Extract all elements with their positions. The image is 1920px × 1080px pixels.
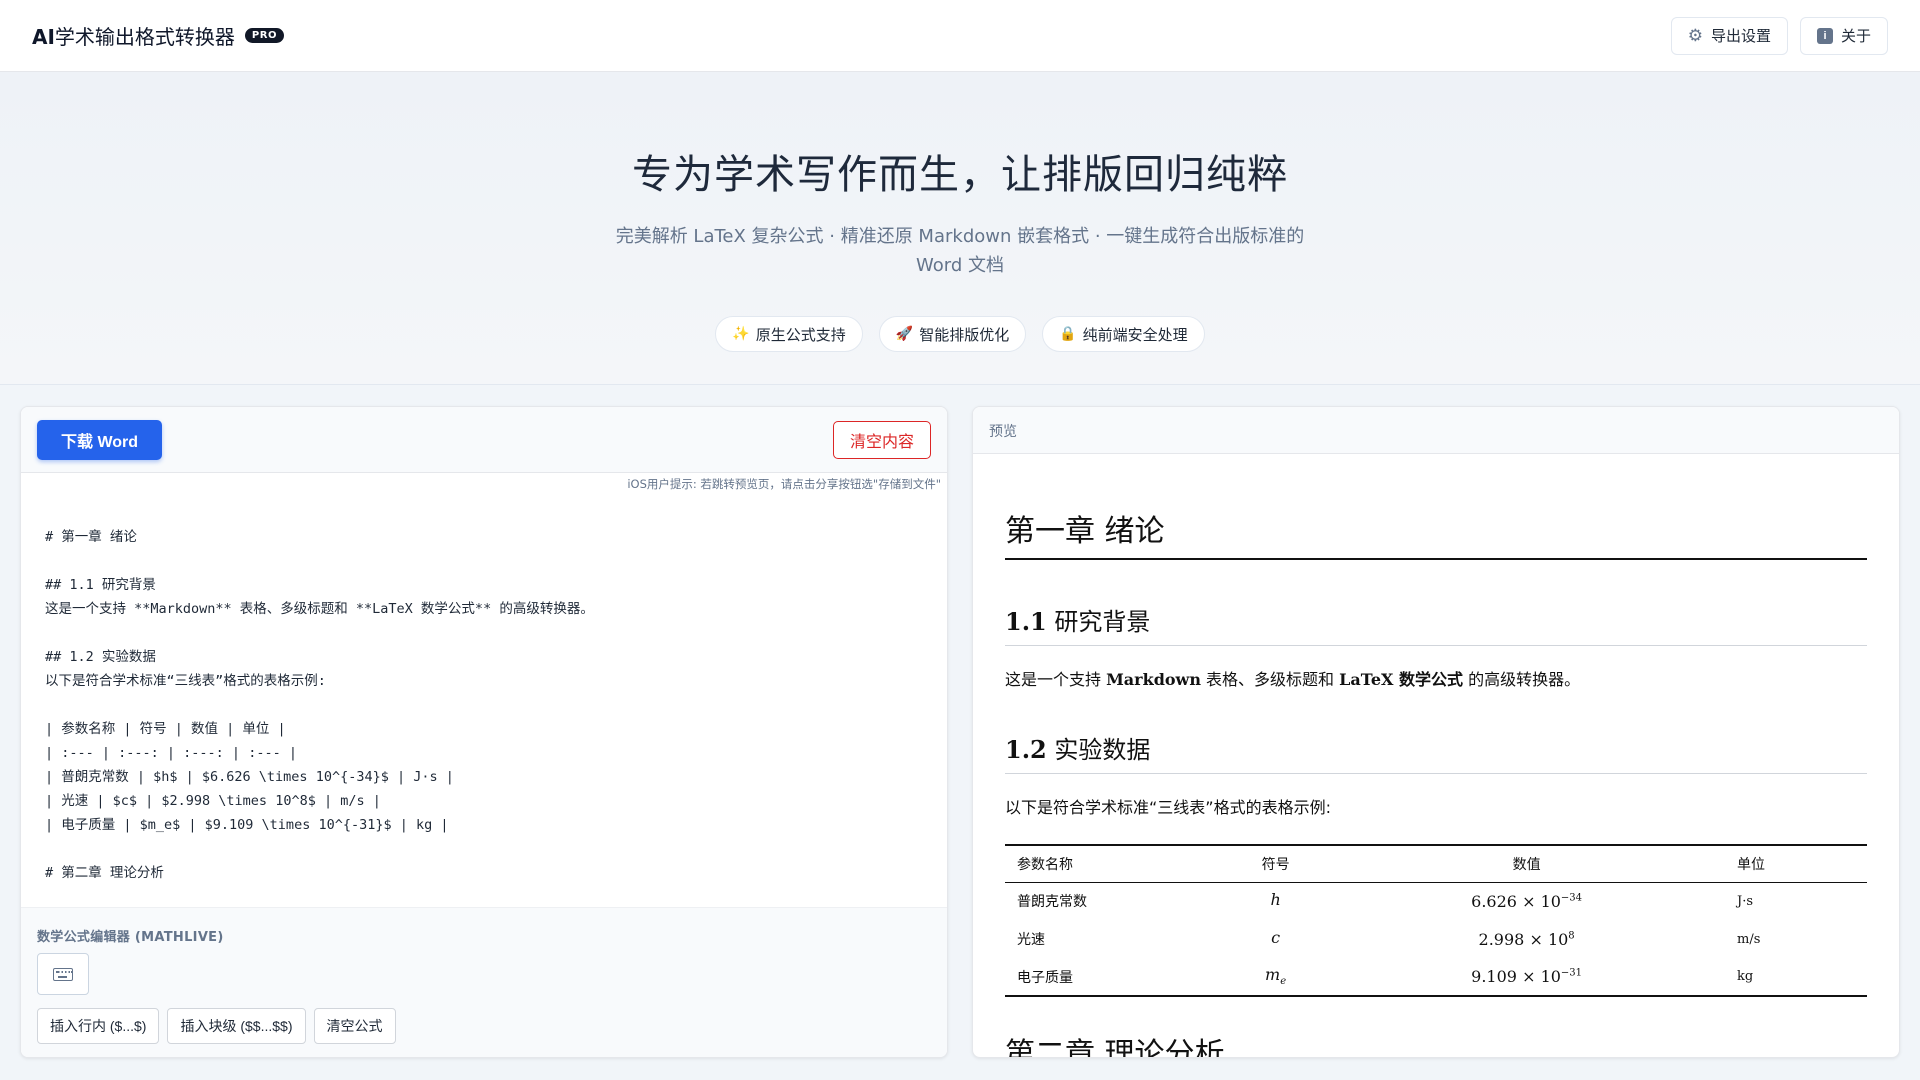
preview-h1-second: 第二章 理论分析 — [1005, 1037, 1225, 1058]
rocket-icon: 🚀 — [895, 326, 914, 342]
clear-content-button[interactable]: 清空内容 — [832, 420, 931, 459]
preview-paragraph: 以下是符合学术标准“三线表”格式的表格示例: — [1005, 798, 1331, 817]
feature-chip-formula: ✨ 原生公式支持 — [715, 316, 863, 352]
para-text: 的高级转换器。 — [1463, 670, 1581, 689]
table-cell-value: 2.998 × 108 — [1326, 920, 1727, 958]
symbol: c — [1271, 927, 1281, 947]
table-header: 符号 — [1225, 845, 1327, 883]
sparkles-icon: ✨ — [732, 326, 750, 342]
export-settings-button[interactable]: ⚙ 导出设置 — [1670, 16, 1788, 55]
pro-badge: PRO — [244, 28, 284, 43]
header-actions: ⚙ 导出设置 i 关于 — [1670, 16, 1888, 55]
symbol-sub: e — [1280, 976, 1287, 988]
base: 10 — [1547, 929, 1569, 949]
insert-block-button[interactable]: 插入块级 ($$...$$) — [167, 1008, 306, 1044]
symbol: m — [1265, 965, 1281, 985]
preview-paragraph: 这是一个支持 Markdown 表格、多级标题和 LaTeX 数学公式 的高级转… — [1005, 666, 1867, 690]
mantissa: 2.998 — [1478, 929, 1525, 949]
times: × — [1522, 967, 1536, 986]
preview-h2-background: 1.1 研究背景 — [1005, 602, 1867, 646]
keyboard-icon[interactable] — [53, 967, 73, 981]
table-cell-value: 6.626 × 10−34 — [1326, 882, 1727, 920]
math-editor-area: 数学公式编辑器 (MATHLIVE) 插入行内 ($...$) 插入块级 ($$… — [21, 907, 947, 1057]
table-cell: 光速 — [1017, 932, 1045, 948]
about-button[interactable]: i 关于 — [1799, 16, 1888, 55]
table-header-row: 参数名称 符号 数值 单位 — [1005, 845, 1867, 883]
preview-document: 第一章 绪论 1.1 研究背景 这是一个支持 Markdown 表格、多级标题和… — [973, 506, 1899, 1058]
feature-label: 原生公式支持 — [755, 325, 846, 344]
base: 10 — [1540, 891, 1561, 911]
section-title: 研究背景 — [1054, 608, 1151, 636]
exponent: −31 — [1560, 967, 1583, 979]
preview-h1: 第一章 绪论 — [1005, 506, 1867, 560]
table-cell-symbol: me — [1225, 958, 1326, 996]
mantissa: 6.626 — [1471, 891, 1517, 911]
hero-subtitle: 完美解析 LaTeX 复杂公式 · 精准还原 Markdown 嵌套格式 · 一… — [615, 226, 1305, 276]
table-header: 参数名称 — [1005, 845, 1225, 883]
app-header: AI学术输出格式转换器 PRO ⚙ 导出设置 i 关于 — [0, 0, 1920, 72]
para-text: 表格、多级标题和 — [1200, 670, 1340, 689]
app-title: AI学术输出格式转换器 — [32, 21, 235, 50]
feature-chip-layout: 🚀 智能排版优化 — [878, 316, 1027, 352]
para-bold: Markdown — [1106, 670, 1201, 689]
feature-label: 智能排版优化 — [919, 325, 1010, 344]
times: × — [1529, 929, 1543, 949]
editor-toolbar: 下载 Word 清空内容 — [21, 407, 947, 473]
table-row: 电子质量 me 9.109 × 10−31 kg — [1005, 958, 1867, 996]
exponent: −34 — [1560, 892, 1583, 904]
para-bold: 数学公式 — [1393, 670, 1463, 689]
table-header: 单位 — [1727, 845, 1867, 883]
preview-h2-data: 1.2 实验数据 — [1005, 730, 1867, 774]
feature-label: 纯前端安全处理 — [1082, 325, 1188, 344]
feature-chip-security: 🔒 纯前端安全处理 — [1042, 316, 1205, 352]
app-title-rest: 学术输出格式转换器 — [54, 25, 235, 49]
hero-title: 专为学术写作而生，让排版回归纯粹 — [632, 152, 1288, 198]
app-title-ai: AI — [32, 25, 55, 49]
table-cell-symbol: c — [1225, 920, 1326, 958]
info-icon: i — [1816, 27, 1833, 44]
table-cell-symbol: h — [1225, 882, 1326, 920]
math-buttons: 插入行内 ($...$) 插入块级 ($$...$$) 清空公式 — [37, 1008, 933, 1044]
table-row: 普朗克常数 h 6.626 × 10−34 J·s — [1005, 882, 1867, 920]
editor-panel: 下载 Word 清空内容 iOS用户提示: 若跳转预览页，请点击分享按钮选"存储… — [20, 406, 948, 1058]
three-line-table: 参数名称 符号 数值 单位 普朗克常数 h 6.626 × 10−34 J·s … — [1005, 844, 1867, 997]
table-cell-unit: J·s — [1737, 893, 1754, 909]
section-number: 1.1 — [1005, 607, 1047, 636]
exponent: 8 — [1568, 930, 1575, 942]
math-field[interactable] — [37, 953, 89, 995]
table-cell: 电子质量 — [1017, 969, 1073, 986]
para-text: 这是一个支持 — [1005, 670, 1107, 689]
table-cell-unit: m/s — [1737, 931, 1761, 947]
preview-panel: 预览 第一章 绪论 1.1 研究背景 这是一个支持 Markdown 表格、多级… — [972, 406, 1900, 1058]
table-row: 光速 c 2.998 × 108 m/s — [1005, 920, 1867, 958]
symbol: h — [1270, 890, 1281, 910]
clear-formula-button[interactable]: 清空公式 — [313, 1008, 396, 1044]
times: × — [1522, 891, 1536, 911]
export-settings-label: 导出设置 — [1710, 28, 1771, 45]
section-number: 1.2 — [1005, 735, 1047, 764]
section-title: 实验数据 — [1054, 736, 1151, 764]
table-cell-unit: kg — [1737, 969, 1754, 984]
math-editor-label: 数学公式编辑器 (MATHLIVE) — [37, 930, 224, 945]
preview-header: 预览 — [973, 407, 1899, 454]
table-header: 数值 — [1326, 845, 1727, 883]
ios-hint: iOS用户提示: 若跳转预览页，请点击分享按钮选"存储到文件" — [627, 477, 941, 491]
insert-inline-button[interactable]: 插入行内 ($...$) — [37, 1008, 160, 1044]
gear-icon: ⚙ — [1687, 25, 1703, 45]
mantissa: 9.109 — [1471, 967, 1517, 986]
download-word-button[interactable]: 下载 Word — [37, 419, 163, 460]
feature-chips: ✨ 原生公式支持 🚀 智能排版优化 🔒 纯前端安全处理 — [0, 316, 1920, 352]
base: 10 — [1540, 967, 1561, 986]
about-label: 关于 — [1840, 28, 1871, 45]
hero-section: 专为学术写作而生，让排版回归纯粹 完美解析 LaTeX 复杂公式 · 精准还原 … — [0, 72, 1920, 385]
table-cell: 普朗克常数 — [1017, 894, 1087, 911]
lock-icon: 🔒 — [1059, 326, 1077, 342]
markdown-editor[interactable]: # 第一章 绪论 ## 1.1 研究背景 这是一个支持 **Markdown**… — [21, 495, 947, 915]
para-bold: LaTeX — [1339, 670, 1394, 689]
table-cell-value: 9.109 × 10−31 — [1326, 958, 1727, 996]
